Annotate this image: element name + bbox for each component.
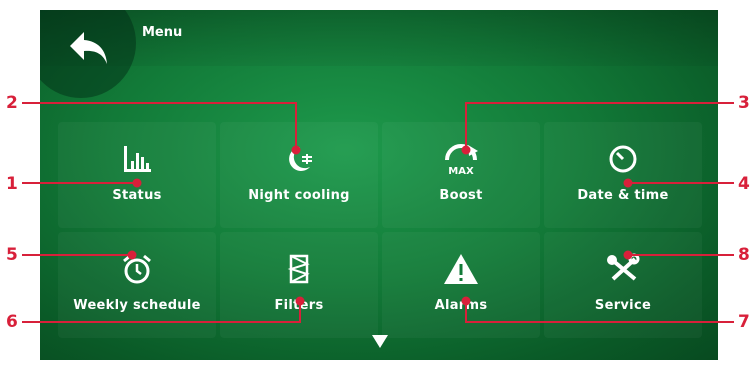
callout-dot-5 (127, 250, 137, 260)
callout-number-5: 5 (6, 245, 18, 265)
callout-dot-7 (461, 296, 471, 306)
callout-number-6: 6 (6, 312, 18, 332)
callout-line-6 (22, 301, 301, 323)
callout-line-3 (465, 102, 734, 150)
callout-lines (22, 102, 734, 323)
callout-dot-6 (295, 296, 305, 306)
callout-number-7: 7 (738, 312, 750, 332)
callout-dot-4 (623, 178, 633, 188)
callout-dot-8 (623, 250, 633, 260)
callout-number-2: 2 (6, 93, 18, 113)
callout-dot-1 (132, 178, 142, 188)
callout-number-3: 3 (738, 93, 750, 113)
callout-dot-2 (291, 145, 301, 155)
callout-number-4: 4 (738, 174, 750, 194)
callout-number-8: 8 (738, 245, 750, 265)
callout-dot-3 (461, 145, 471, 155)
callout-line-7 (465, 301, 734, 323)
callout-line-2 (22, 102, 297, 150)
callout-number-1: 1 (6, 174, 18, 194)
